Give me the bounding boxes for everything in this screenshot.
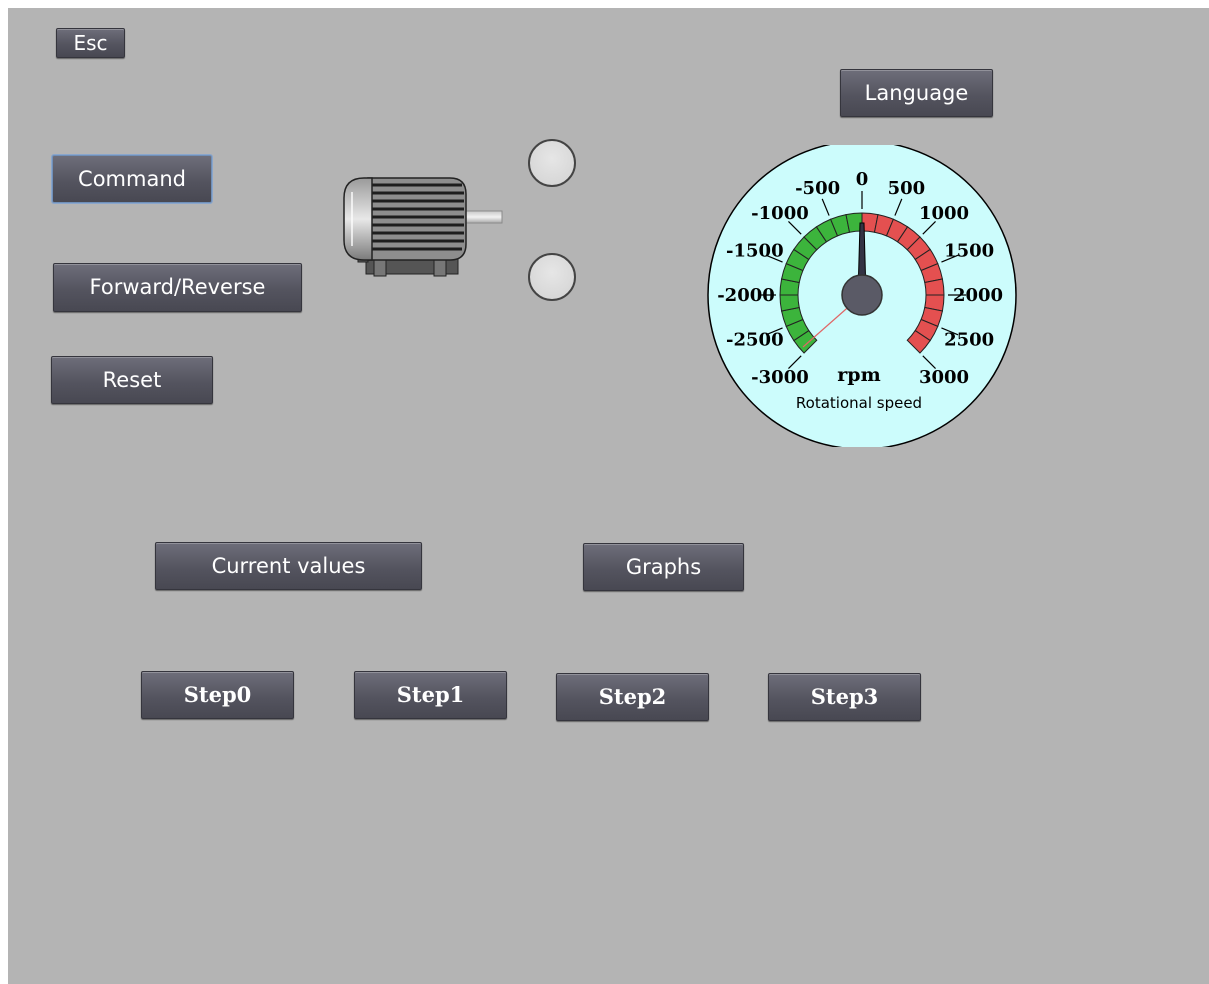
gauge-tick-label: 1500 (944, 241, 994, 262)
gauge-tick-label: -2000 (717, 285, 775, 306)
motor-icon (343, 177, 503, 277)
status-lamp-1 (528, 139, 576, 187)
gauge-tick-label: -2500 (726, 329, 784, 350)
gauge-caption: Rotational speed (796, 394, 922, 412)
step2-button[interactable]: Step2 (556, 673, 709, 721)
language-button[interactable]: Language (840, 69, 993, 117)
hmi-screen: Esc Language Command Forward/Reverse Res… (8, 8, 1209, 984)
gauge-tick-label: -3000 (751, 367, 809, 388)
gauge-tick-label: -500 (795, 178, 840, 199)
graphs-button[interactable]: Graphs (583, 543, 744, 591)
gauge-tick-label: 1000 (919, 203, 969, 224)
rpm-gauge: -3000 -2500 -2000 -1500 -1000 -500 0 500 1000 150… (707, 145, 1017, 447)
status-lamp-2 (528, 253, 576, 301)
reset-button[interactable]: Reset (51, 356, 213, 404)
forward-reverse-button[interactable]: Forward/Reverse (53, 263, 302, 312)
gauge-tick-label: 2000 (953, 285, 1003, 306)
gauge-tick-label: 500 (888, 178, 926, 199)
gauge-unit: rpm (837, 364, 880, 386)
command-button[interactable]: Command (52, 155, 212, 203)
gauge-tick-label: -1000 (751, 203, 809, 224)
step1-button[interactable]: Step1 (354, 671, 507, 719)
esc-button[interactable]: Esc (56, 28, 125, 58)
gauge-tick-label: -1500 (726, 241, 784, 262)
gauge-hub (841, 274, 883, 316)
gauge-tick-label: 3000 (919, 367, 969, 388)
gauge-tick-label: 2500 (944, 329, 994, 350)
current-values-button[interactable]: Current values (155, 542, 422, 590)
gauge-tick-label: 0 (856, 169, 869, 190)
step0-button[interactable]: Step0 (141, 671, 294, 719)
step3-button[interactable]: Step3 (768, 673, 921, 721)
